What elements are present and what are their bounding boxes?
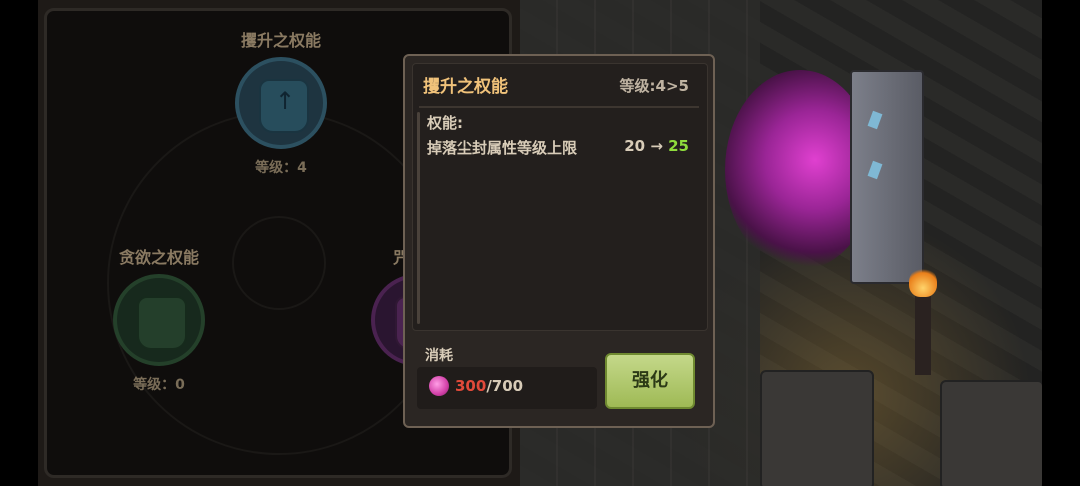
level-change: 等级:4>5 xyxy=(619,77,689,95)
skill-node-label: 贪欲之权能 xyxy=(118,248,199,267)
upgrade-popup: 攫升之权能 等级:4>5 权能: 掉落尘封属性等级上限 20 → 25 消耗 3… xyxy=(403,54,715,428)
cost-label: 消耗 xyxy=(425,348,453,364)
skill-node-level: 等级：4 xyxy=(255,160,307,176)
enhance-button[interactable]: 强化 xyxy=(605,353,695,409)
skill-node-level: 等级：0 xyxy=(133,377,185,393)
torch xyxy=(909,267,937,375)
armor-up-icon xyxy=(259,79,309,133)
turtle-shell-icon xyxy=(137,296,187,350)
left-letterbox xyxy=(0,0,38,486)
stone-block xyxy=(940,380,1042,486)
tree-center xyxy=(232,216,326,310)
pink-gem-icon xyxy=(429,376,449,396)
effect-old-value: 20 xyxy=(624,137,646,155)
cost-amount: 300/700 xyxy=(455,377,523,395)
popup-title: 攫升之权能 xyxy=(423,77,508,97)
skill-node-label: 攫升之权能 xyxy=(240,31,321,50)
divider xyxy=(419,106,699,108)
cost-need: 700 xyxy=(491,377,524,395)
scrollbar[interactable] xyxy=(417,112,420,324)
effect-new-value: 25 xyxy=(668,137,689,155)
cost-have: 300 xyxy=(455,377,487,395)
effect-label: 掉落尘封属性等级上限 xyxy=(427,139,578,157)
stone-block xyxy=(760,370,874,486)
skill-node-greed[interactable]: 贪欲之权能 等级：0 xyxy=(89,244,229,394)
description-box xyxy=(412,63,708,331)
description-title: 权能: xyxy=(427,114,463,132)
skill-node-ascend[interactable]: 攫升之权能 等级：4 xyxy=(211,27,351,177)
flame-icon xyxy=(909,267,937,297)
right-letterbox xyxy=(1042,0,1080,486)
skill-node-disc[interactable] xyxy=(235,57,327,149)
arrow-icon: → xyxy=(650,137,663,155)
stone-pillar xyxy=(850,70,924,284)
gem-icon xyxy=(867,110,883,130)
effect-value: 20 → 25 xyxy=(624,137,689,155)
skill-node-disc[interactable] xyxy=(113,274,205,366)
gem-icon xyxy=(867,160,883,180)
cost-box: 300/700 xyxy=(417,367,597,409)
